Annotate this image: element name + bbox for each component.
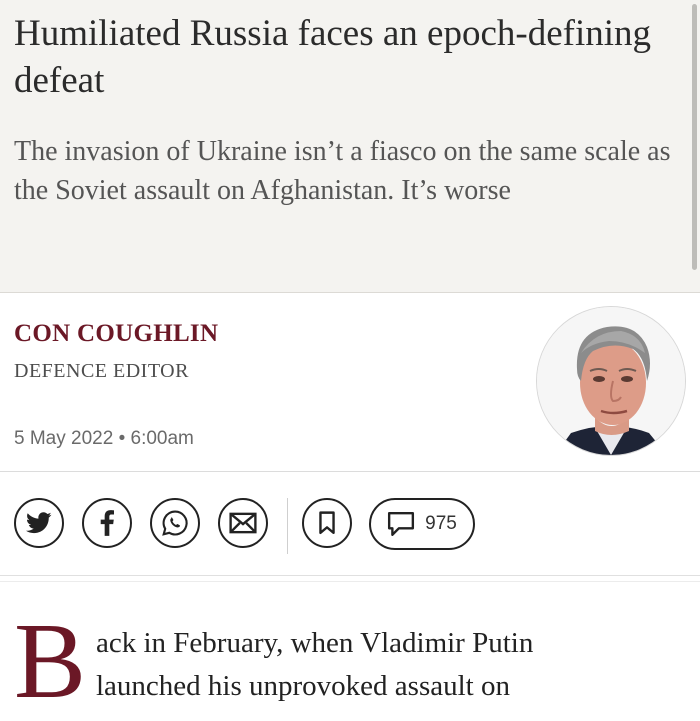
divider bbox=[0, 471, 700, 472]
author-name[interactable]: CON COUGHLIN bbox=[14, 320, 218, 348]
author-avatar[interactable] bbox=[536, 306, 686, 456]
article-header: Humiliated Russia faces an epoch-definin… bbox=[0, 0, 700, 293]
facebook-share-button[interactable] bbox=[82, 498, 132, 548]
author-photo bbox=[537, 307, 685, 455]
body-line: launched his unprovoked assault on bbox=[96, 670, 510, 702]
body-line: ack in February, when Vladimir Putin bbox=[96, 627, 534, 659]
action-separator bbox=[287, 498, 288, 554]
bookmark-button[interactable] bbox=[302, 498, 352, 548]
scrollbar[interactable] bbox=[692, 4, 697, 270]
headline: Humiliated Russia faces an epoch-definin… bbox=[14, 13, 652, 101]
facebook-icon bbox=[100, 510, 114, 536]
divider bbox=[0, 575, 700, 576]
comments-button[interactable]: 975 bbox=[369, 498, 475, 550]
standfirst: The invasion of Ukraine isn’t a fiasco o… bbox=[14, 136, 671, 206]
email-share-button[interactable] bbox=[218, 498, 268, 548]
comments-count: 975 bbox=[425, 513, 457, 534]
whatsapp-share-button[interactable] bbox=[150, 498, 200, 548]
comment-icon bbox=[388, 512, 415, 536]
body-paragraph: ack in February, when Vladimir Putin lau… bbox=[96, 622, 676, 708]
whatsapp-icon bbox=[162, 510, 188, 536]
publish-date: 5 May 2022 • 6:00am bbox=[14, 428, 194, 449]
twitter-share-button[interactable] bbox=[14, 498, 64, 548]
bookmark-icon bbox=[319, 511, 335, 535]
divider bbox=[0, 581, 700, 582]
email-icon bbox=[229, 512, 257, 534]
author-role: DEFENCE EDITOR bbox=[14, 360, 189, 382]
twitter-icon bbox=[26, 512, 52, 534]
